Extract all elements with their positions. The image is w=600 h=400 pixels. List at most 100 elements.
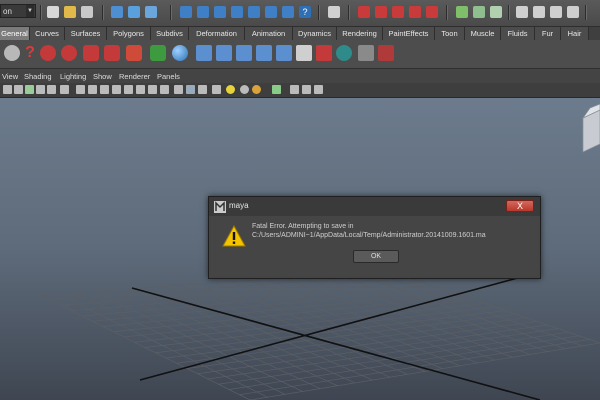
help-icon[interactable]: ? [299, 6, 311, 18]
dope-sheet-icon[interactable] [567, 6, 579, 18]
select-object-icon[interactable] [128, 6, 140, 18]
shadows-icon[interactable] [198, 85, 207, 94]
film-gate-icon[interactable] [60, 85, 69, 94]
tool-settings-icon[interactable] [490, 6, 502, 18]
shelf-tab-dynamics[interactable]: Dynamics [293, 27, 337, 40]
chevron-down-icon[interactable]: ▼ [26, 5, 34, 17]
open-scene-icon[interactable] [64, 6, 76, 18]
shelf-tab-animation[interactable]: Animation [245, 27, 293, 40]
dialog-body: Fatal Error. Attempting to save in C:/Us… [211, 216, 538, 276]
field-chart-icon[interactable] [100, 85, 109, 94]
select-component-icon[interactable] [145, 6, 157, 18]
outliner-icon[interactable] [533, 6, 545, 18]
shelf-tab-general[interactable]: General [0, 27, 30, 40]
artisan-brush-icon[interactable] [126, 45, 142, 61]
shelf-tab-hair[interactable]: Hair [561, 27, 589, 40]
menu-show[interactable]: Show [93, 70, 112, 83]
move-tool-icon[interactable] [180, 6, 192, 18]
grid-icon[interactable] [47, 85, 56, 94]
shelf-tab-polygons[interactable]: Polygons [107, 27, 151, 40]
shelf-tab-fur[interactable]: Fur [535, 27, 561, 40]
snap-curve-icon[interactable] [248, 6, 260, 18]
ipr-render-icon[interactable] [375, 6, 387, 18]
resolution-gate-icon[interactable] [76, 85, 85, 94]
shelf-tab-painteffects[interactable]: PaintEffects [383, 27, 435, 40]
mel-command-icon[interactable] [4, 45, 20, 61]
close-button[interactable]: X [506, 200, 534, 212]
xray-joints-icon[interactable] [290, 85, 299, 94]
save-scene-icon[interactable] [81, 6, 93, 18]
paint-tool-icon[interactable] [83, 45, 99, 61]
camera-attributes-icon[interactable] [14, 85, 23, 94]
gate-mask-icon[interactable] [88, 85, 97, 94]
shelf-tab-toon[interactable]: Toon [435, 27, 465, 40]
shading-node-icon[interactable] [316, 45, 332, 61]
history-icon[interactable] [328, 6, 340, 18]
high-quality-icon[interactable] [240, 85, 249, 94]
snap-grid-icon[interactable] [231, 6, 243, 18]
view-cube[interactable] [581, 103, 600, 153]
shelf-tab-deformation[interactable]: Deformation [189, 27, 245, 40]
menu-shading[interactable]: Shading [24, 70, 52, 83]
particle-icon[interactable] [378, 45, 394, 61]
render-sphere-icon[interactable] [336, 45, 352, 61]
smooth-shade-icon[interactable] [148, 85, 157, 94]
error-message-line-1: Fatal Error. Attempting to save in [252, 223, 354, 230]
shelf-tab-fluids[interactable]: Fluids [501, 27, 535, 40]
menu-set-dropdown[interactable]: on ▼ [0, 4, 36, 18]
channel-box-icon[interactable] [473, 6, 485, 18]
menu-panels[interactable]: Panels [157, 70, 180, 83]
skin-bind-icon[interactable] [236, 45, 252, 61]
xray-active-icon[interactable] [302, 85, 311, 94]
menu-renderer[interactable]: Renderer [119, 70, 150, 83]
render-settings-icon[interactable] [392, 6, 404, 18]
constraint-icon[interactable] [276, 45, 292, 61]
skin-paint-icon[interactable] [256, 45, 272, 61]
layer-editor-icon[interactable] [516, 6, 528, 18]
wireframe-on-shaded-icon[interactable] [160, 85, 169, 94]
dialog-titlebar[interactable]: maya X [209, 197, 540, 216]
xray-icon[interactable] [212, 85, 221, 94]
ik-handle-icon[interactable] [216, 45, 232, 61]
menu-lighting[interactable]: Lighting [60, 70, 86, 83]
rotate-tool-icon[interactable] [197, 6, 209, 18]
safe-action-icon[interactable] [112, 85, 121, 94]
component-mode-icon[interactable] [314, 85, 323, 94]
hypershade-icon[interactable] [409, 6, 421, 18]
menu-view[interactable]: View [2, 70, 18, 83]
help-line-icon[interactable]: ? [22, 45, 38, 61]
render-frame-icon[interactable] [358, 6, 370, 18]
use-all-lights-icon[interactable] [186, 85, 195, 94]
shelf-tab-curves[interactable]: Curves [30, 27, 65, 40]
shelf-tab-subdivs[interactable]: Subdivs [151, 27, 189, 40]
snap-view-icon[interactable] [282, 6, 294, 18]
shelf-tab-muscle[interactable]: Muscle [465, 27, 501, 40]
hotbox-icon[interactable] [40, 45, 56, 61]
select-camera-icon[interactable] [3, 85, 12, 94]
graph-editor-icon[interactable] [550, 6, 562, 18]
attribute-editor-icon[interactable] [456, 6, 468, 18]
shelf-tab-surfaces[interactable]: Surfaces [65, 27, 107, 40]
cube-icon[interactable] [358, 45, 374, 61]
new-scene-icon[interactable] [47, 6, 59, 18]
select-hierarchy-icon[interactable] [111, 6, 123, 18]
shelf-tab-rendering[interactable]: Rendering [337, 27, 383, 40]
image-plane-icon[interactable] [36, 85, 45, 94]
isolate-select-icon[interactable] [272, 85, 281, 94]
select-lasso-icon[interactable] [104, 45, 120, 61]
bookmarks-icon[interactable] [25, 85, 34, 94]
render-region-icon[interactable] [426, 6, 438, 18]
wireframe-icon[interactable] [136, 85, 145, 94]
render-view-icon[interactable] [61, 45, 77, 61]
snap-point-icon[interactable] [265, 6, 277, 18]
create-sphere-icon[interactable] [172, 45, 188, 61]
graph-editor-icon[interactable] [296, 45, 312, 61]
paint-effects-icon[interactable] [150, 45, 166, 61]
create-joint-icon[interactable] [196, 45, 212, 61]
scale-tool-icon[interactable] [214, 6, 226, 18]
ok-button[interactable]: OK [353, 250, 399, 263]
ambient-occlusion-icon[interactable] [252, 85, 261, 94]
safe-title-icon[interactable] [124, 85, 133, 94]
default-light-icon[interactable] [226, 85, 235, 94]
textured-icon[interactable] [174, 85, 183, 94]
